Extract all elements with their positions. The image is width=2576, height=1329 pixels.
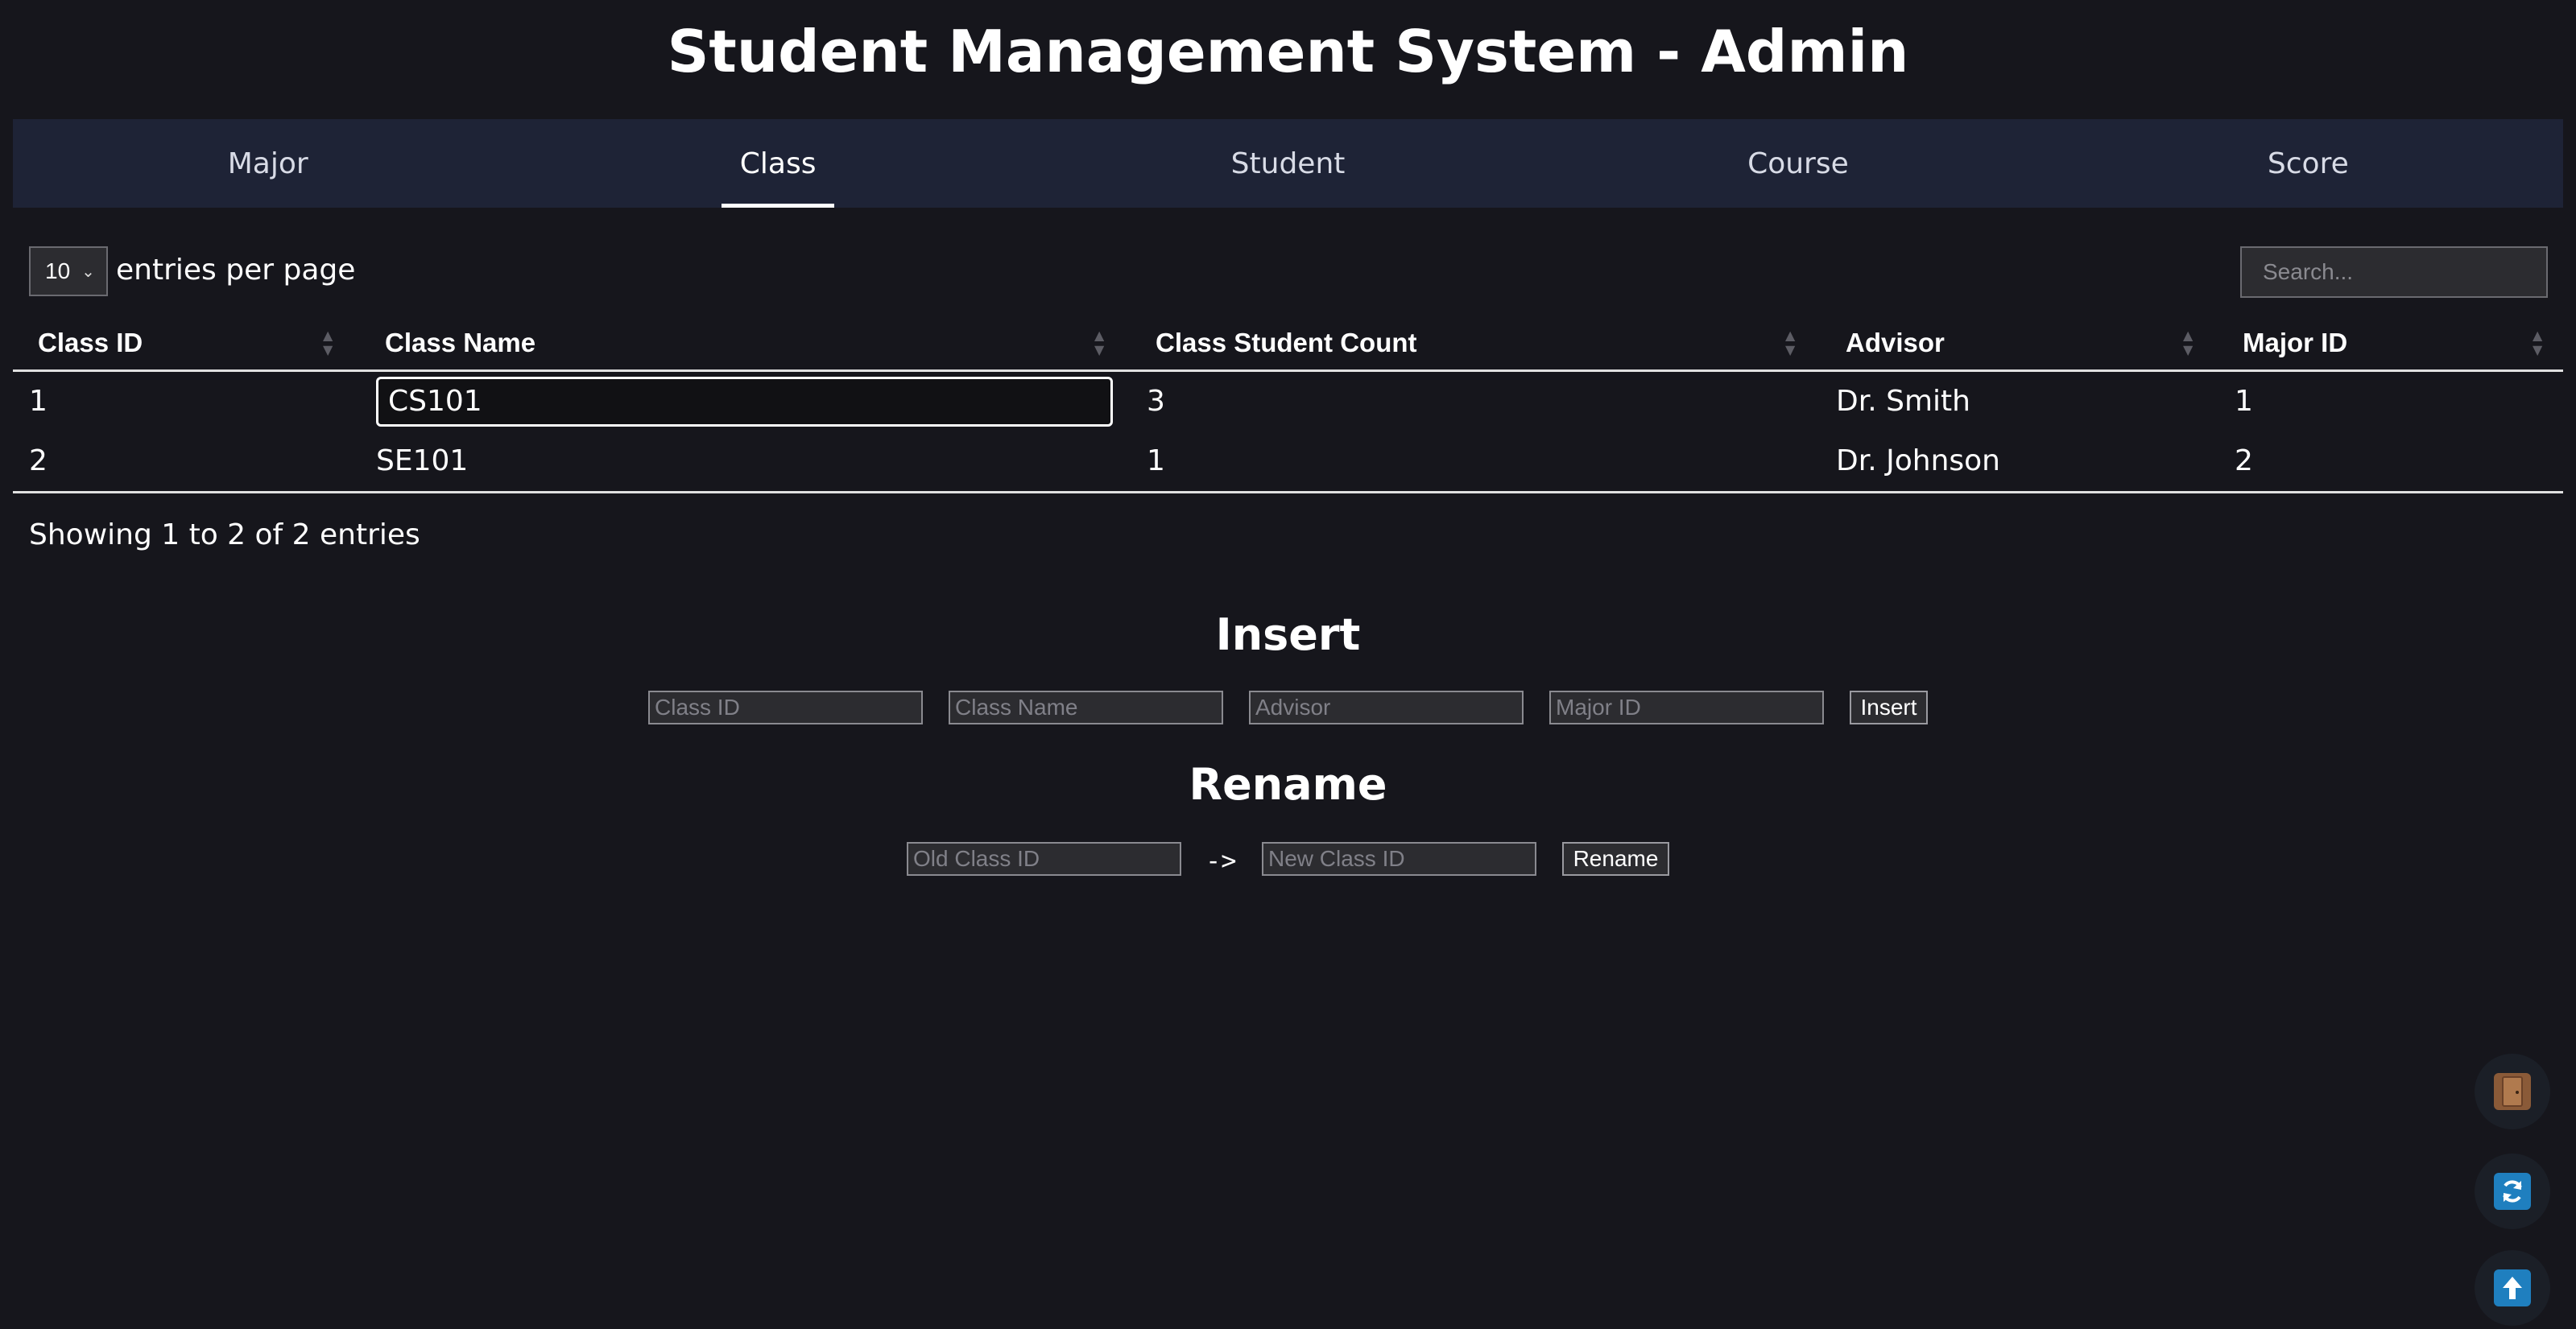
insert-title: Insert bbox=[1215, 609, 1361, 660]
door-icon bbox=[2494, 1073, 2531, 1110]
column-header-major-id[interactable]: Major ID bbox=[2243, 314, 2347, 372]
tab-class[interactable]: Class bbox=[523, 119, 1032, 208]
tab-student[interactable]: Student bbox=[1033, 119, 1543, 208]
page-title: Student Management System - Admin bbox=[667, 18, 1909, 85]
tab-label: Score bbox=[2267, 147, 2349, 180]
scroll-top-button[interactable] bbox=[2475, 1250, 2550, 1326]
sort-icon: ▲ ▼ bbox=[2533, 328, 2543, 357]
insert-class-name-input[interactable] bbox=[949, 691, 1223, 724]
sort-icon: ▲ ▼ bbox=[1785, 328, 1796, 357]
cell-advisor: Dr. Smith bbox=[1836, 385, 1970, 418]
logout-button[interactable] bbox=[2475, 1054, 2550, 1129]
search-input[interactable] bbox=[2240, 246, 2548, 298]
chevron-down-icon: ⌄ bbox=[81, 262, 95, 281]
new-class-id-input[interactable] bbox=[1262, 842, 1536, 876]
column-header-advisor[interactable]: Advisor bbox=[1846, 314, 1945, 372]
rename-button[interactable]: Rename bbox=[1562, 842, 1669, 876]
class-table: Class ID ▲ ▼ Class Name ▲ ▼ Class Student … bbox=[13, 314, 2563, 493]
sort-icon: ▲ ▼ bbox=[1094, 328, 1105, 357]
tab-label: Class bbox=[739, 147, 817, 180]
table-header: Class ID ▲ ▼ Class Name ▲ ▼ Class Student … bbox=[13, 314, 2563, 372]
column-header-label: Major ID bbox=[2243, 328, 2348, 357]
tab-label: Major bbox=[227, 147, 308, 180]
cell-major-id: 1 bbox=[2235, 385, 2253, 418]
cell-class-name: SE101 bbox=[376, 444, 469, 477]
tab-course[interactable]: Course bbox=[1543, 119, 2053, 208]
arrow-up-icon bbox=[2494, 1269, 2531, 1306]
table-row[interactable]: 1 CS101 3 Dr. Smith 1 bbox=[13, 372, 2563, 431]
rename-arrow: -> bbox=[1205, 845, 1237, 876]
refresh-button[interactable] bbox=[2475, 1154, 2550, 1229]
cell-major-id: 2 bbox=[2235, 444, 2253, 477]
tab-score[interactable]: Score bbox=[2053, 119, 2563, 208]
insert-advisor-input[interactable] bbox=[1249, 691, 1524, 724]
tab-bar: Major Class Student Course Score bbox=[13, 119, 2563, 208]
entries-label: entries per page bbox=[116, 254, 356, 287]
table-row[interactable]: 2 SE101 1 Dr. Johnson 2 bbox=[13, 431, 2563, 491]
column-header-student-count[interactable]: Class Student Count bbox=[1156, 314, 1417, 372]
column-header-label: Class Student Count bbox=[1156, 328, 1417, 357]
tab-label: Student bbox=[1230, 147, 1346, 180]
entries-value: 10 bbox=[45, 258, 71, 283]
sort-icon: ▲ ▼ bbox=[323, 328, 333, 357]
column-header-class-name[interactable]: Class Name bbox=[385, 314, 535, 372]
insert-button[interactable]: Insert bbox=[1850, 691, 1928, 724]
tab-major[interactable]: Major bbox=[13, 119, 523, 208]
table-body: 1 CS101 3 Dr. Smith 1 2 SE101 1 Dr. John… bbox=[13, 372, 2563, 493]
cell-class-id: 2 bbox=[29, 444, 48, 477]
entries-per-page-select[interactable]: 10 ⌄ bbox=[29, 246, 108, 296]
table-info: Showing 1 to 2 of 2 entries bbox=[29, 518, 420, 551]
cell-advisor: Dr. Johnson bbox=[1836, 444, 2000, 477]
column-header-label: Class Name bbox=[385, 328, 536, 357]
insert-major-id-input[interactable] bbox=[1549, 691, 1824, 724]
column-header-label: Class ID bbox=[38, 328, 143, 357]
tab-label: Course bbox=[1747, 147, 1849, 180]
insert-class-id-input[interactable] bbox=[648, 691, 923, 724]
refresh-icon bbox=[2494, 1173, 2531, 1210]
cell-student-count: 1 bbox=[1147, 444, 1165, 477]
column-header-label: Advisor bbox=[1846, 328, 1945, 357]
rename-title: Rename bbox=[1189, 759, 1387, 810]
column-header-class-id[interactable]: Class ID bbox=[38, 314, 143, 372]
sort-icon: ▲ ▼ bbox=[2183, 328, 2194, 357]
old-class-id-input[interactable] bbox=[907, 842, 1181, 876]
cell-class-id: 1 bbox=[29, 385, 48, 418]
active-tab-indicator bbox=[722, 204, 835, 208]
cell-student-count: 3 bbox=[1147, 385, 1165, 418]
cell-class-name-editor[interactable]: CS101 bbox=[376, 377, 1113, 427]
